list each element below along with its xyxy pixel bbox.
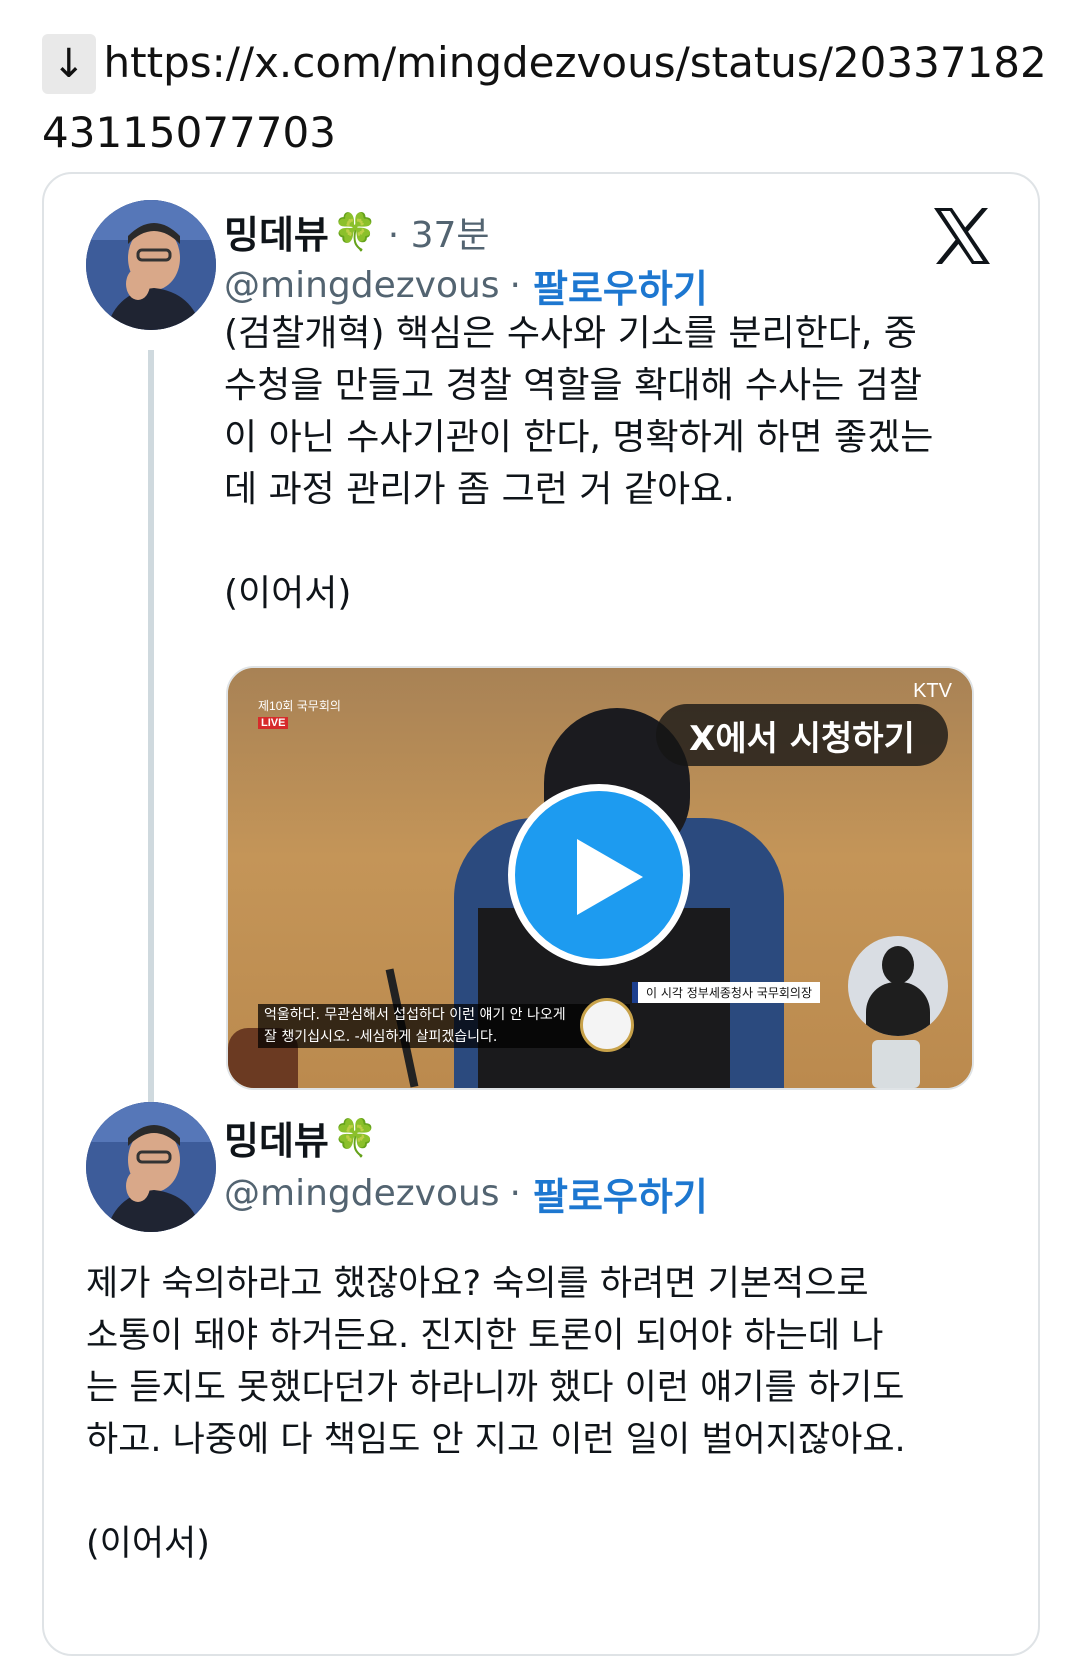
clover-icon: 🍀 bbox=[332, 1117, 378, 1159]
follow-button[interactable]: 팔로우하기 bbox=[533, 1166, 708, 1221]
thread-connector bbox=[148, 350, 154, 1118]
author-name[interactable]: 밍데뷰 bbox=[224, 1110, 329, 1165]
program-tag: 제10회 국무회의 LIVE bbox=[258, 698, 341, 731]
live-badge: LIVE bbox=[258, 717, 289, 729]
embedded-tweet-card[interactable]: 밍데뷰 🍀 · 37분 @mingdezvous · 팔로우하기 (검찰개혁) 핵심은 … bbox=[42, 172, 1040, 1656]
avatar[interactable] bbox=[86, 1102, 216, 1232]
seal-icon bbox=[580, 998, 634, 1052]
subtitle-line-2: 잘 챙기십시오. -세심하게 살피겠습니다. bbox=[264, 1029, 498, 1045]
clover-icon: 🍀 bbox=[332, 211, 378, 253]
sign-language-interpreter bbox=[848, 936, 948, 1036]
author-name[interactable]: 밍데뷰 bbox=[224, 204, 329, 259]
author-name-row[interactable]: 밍데뷰 🍀 bbox=[224, 1110, 378, 1165]
tweet-text: 제가 숙의하라고 했잖아요? 숙의를 하려면 기본적으로 소통이 돼야 하거든요… bbox=[86, 1264, 906, 1564]
separator-dot: · bbox=[509, 265, 521, 306]
play-button[interactable] bbox=[508, 784, 690, 966]
subtitle-box: 억울하다. 무관심해서 섭섭하다 이런 얘기 안 나오게 잘 챙기십시오. -세… bbox=[258, 1004, 630, 1048]
author-handle[interactable]: @mingdezvous bbox=[224, 1173, 500, 1214]
channel-logo: KTV bbox=[913, 680, 952, 702]
source-link[interactable]: ↓ https://x.com/mingdezvous/status/203371… bbox=[42, 28, 1052, 168]
follow-button[interactable]: 팔로우하기 bbox=[533, 258, 708, 313]
author-name-row[interactable]: 밍데뷰 🍀 · 37분 bbox=[224, 204, 490, 259]
play-icon bbox=[577, 839, 643, 915]
handle-row: @mingdezvous · 팔로우하기 bbox=[224, 1166, 708, 1221]
tweet-text: (검찰개혁) 핵심은 수사와 기소를 분리한다, 중 수청을 만들고 경찰 역할… bbox=[224, 313, 934, 614]
subtitle-line-1: 억울하다. 무관심해서 섭섭하다 이런 얘기 안 나오게 bbox=[264, 1007, 566, 1023]
handle-row: @mingdezvous · 팔로우하기 bbox=[224, 258, 708, 313]
separator-dot: · bbox=[509, 1173, 521, 1214]
download-arrow-icon: ↓ bbox=[42, 34, 96, 94]
video-player[interactable]: KTV 제10회 국무회의 LIVE X에서 시청하기 이 시각 정부세종청사 … bbox=[226, 666, 974, 1090]
avatar[interactable] bbox=[86, 200, 216, 330]
watch-on-x-button[interactable]: X에서 시청하기 bbox=[656, 704, 948, 766]
tweet-time[interactable]: · 37분 bbox=[388, 206, 490, 258]
x-logo-icon[interactable] bbox=[930, 204, 994, 268]
program-title: 제10회 국무회의 bbox=[258, 699, 341, 713]
link-url[interactable]: https://x.com/mingdezvous/status/2033718… bbox=[42, 38, 1047, 157]
author-handle[interactable]: @mingdezvous bbox=[224, 265, 500, 306]
location-lower-third: 이 시각 정부세종청사 국무회의장 bbox=[632, 982, 821, 1003]
water-glass bbox=[872, 1040, 920, 1088]
